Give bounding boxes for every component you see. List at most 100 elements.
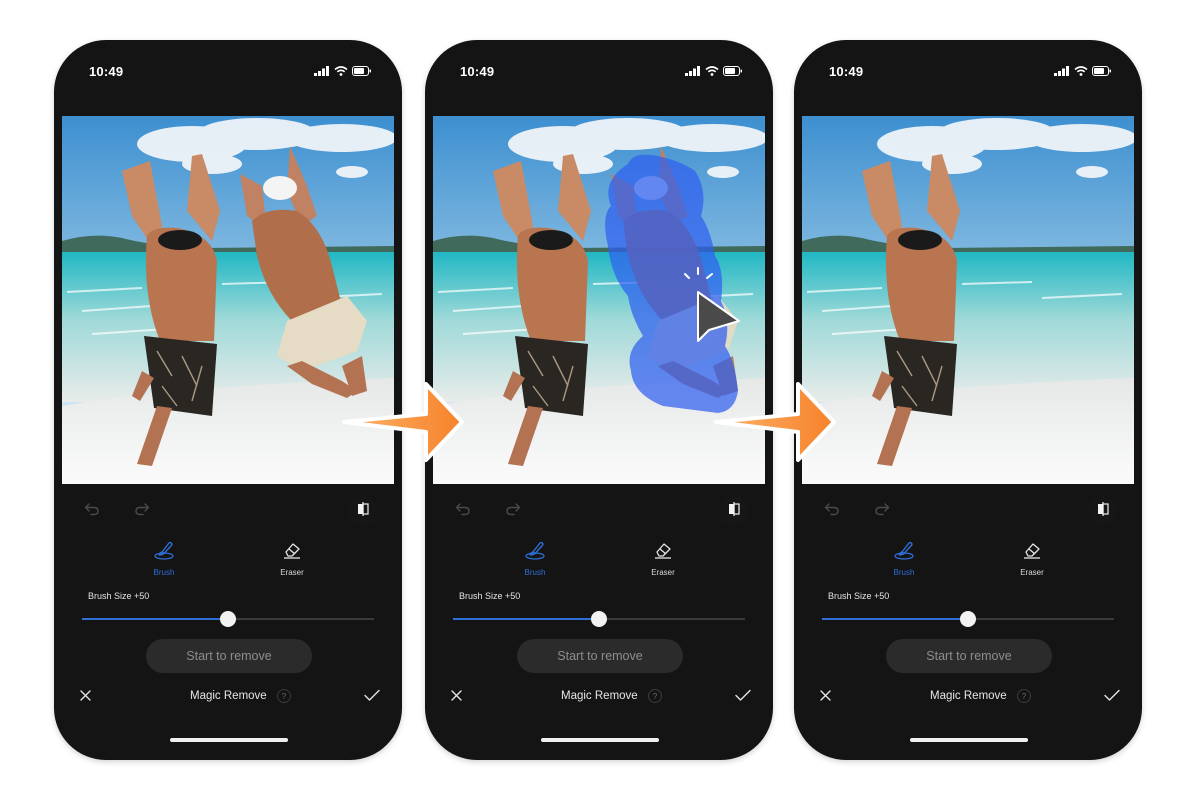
confirm-button[interactable] xyxy=(1102,688,1122,706)
slider-thumb[interactable] xyxy=(960,611,976,627)
status-time: 10:49 xyxy=(829,64,864,79)
confirm-button[interactable] xyxy=(362,688,382,706)
status-icons xyxy=(1054,66,1112,76)
eraser-icon xyxy=(652,540,674,565)
compare-icon xyxy=(727,501,741,522)
brush-tool-button[interactable]: Brush xyxy=(874,540,934,577)
home-indicator xyxy=(170,738,288,742)
start-to-remove-button[interactable]: Start to remove xyxy=(146,639,312,673)
wifi-icon xyxy=(1074,66,1088,76)
brush-icon xyxy=(524,540,546,565)
eraser-tool-label: Eraser xyxy=(280,568,304,577)
eraser-icon xyxy=(281,540,303,565)
photo-canvas[interactable] xyxy=(802,116,1134,484)
redo-button[interactable] xyxy=(501,499,525,523)
redo-button[interactable] xyxy=(130,499,154,523)
status-bar: 10:49 xyxy=(54,40,402,100)
confirm-button[interactable] xyxy=(733,688,753,706)
close-icon xyxy=(450,688,462,706)
status-bar: 10:49 xyxy=(794,40,1142,100)
bottom-bar: Magic Remove ? xyxy=(425,685,773,709)
help-button[interactable]: ? xyxy=(277,689,291,703)
eraser-tool-label: Eraser xyxy=(1020,568,1044,577)
brush-icon xyxy=(893,540,915,565)
screen-title: Magic Remove xyxy=(561,690,638,702)
brush-size-slider[interactable] xyxy=(82,611,374,627)
close-button[interactable] xyxy=(816,688,834,706)
start-to-remove-button[interactable]: Start to remove xyxy=(886,639,1052,673)
battery-icon xyxy=(1092,66,1112,76)
undo-icon xyxy=(84,502,100,521)
brush-size-label: Brush Size +50 xyxy=(88,591,150,601)
brush-size-slider[interactable] xyxy=(822,611,1114,627)
right-arrow-icon xyxy=(712,378,840,466)
eraser-tool-button[interactable]: Eraser xyxy=(262,540,322,577)
undo-button[interactable] xyxy=(451,499,475,523)
undo-button[interactable] xyxy=(820,499,844,523)
compare-icon xyxy=(1096,501,1110,522)
checkmark-icon xyxy=(1104,688,1120,706)
status-time: 10:49 xyxy=(89,64,124,79)
close-button[interactable] xyxy=(447,688,465,706)
cellular-signal-icon xyxy=(314,66,330,76)
compare-icon xyxy=(356,501,370,522)
home-indicator xyxy=(541,738,659,742)
redo-icon xyxy=(134,502,150,521)
close-icon xyxy=(819,688,831,706)
wifi-icon xyxy=(334,66,348,76)
brush-icon xyxy=(153,540,175,565)
eraser-icon xyxy=(1021,540,1043,565)
cellular-signal-icon xyxy=(685,66,701,76)
checkmark-icon xyxy=(735,688,751,706)
compare-button[interactable] xyxy=(1088,496,1118,526)
home-indicator xyxy=(910,738,1028,742)
help-button[interactable]: ? xyxy=(648,689,662,703)
eraser-tool-button[interactable]: Eraser xyxy=(1002,540,1062,577)
battery-icon xyxy=(723,66,743,76)
tool-selector: Brush Eraser xyxy=(794,540,1142,580)
right-arrow-icon xyxy=(340,378,468,466)
start-to-remove-button[interactable]: Start to remove xyxy=(517,639,683,673)
sea xyxy=(802,252,1134,402)
slider-fill xyxy=(82,618,228,620)
edit-toolbar xyxy=(794,495,1142,527)
compare-button[interactable] xyxy=(719,496,749,526)
undo-button[interactable] xyxy=(80,499,104,523)
screen-title: Magic Remove xyxy=(930,690,1007,702)
status-icons xyxy=(314,66,372,76)
status-icons xyxy=(685,66,743,76)
slider-fill xyxy=(822,618,968,620)
brush-size-slider[interactable] xyxy=(453,611,745,627)
redo-icon xyxy=(874,502,890,521)
brush-tool-label: Brush xyxy=(153,568,175,577)
checkmark-icon xyxy=(364,688,380,706)
compare-button[interactable] xyxy=(348,496,378,526)
bottom-bar: Magic Remove ? xyxy=(54,685,402,709)
undo-icon xyxy=(455,502,471,521)
slider-thumb[interactable] xyxy=(591,611,607,627)
battery-icon xyxy=(352,66,372,76)
close-button[interactable] xyxy=(76,688,94,706)
wifi-icon xyxy=(705,66,719,76)
brush-tool-label: Brush xyxy=(893,568,915,577)
eraser-tool-button[interactable]: Eraser xyxy=(633,540,693,577)
brush-size-label: Brush Size +50 xyxy=(828,591,890,601)
edit-toolbar xyxy=(425,495,773,527)
brush-tool-button[interactable]: Brush xyxy=(505,540,565,577)
redo-button[interactable] xyxy=(870,499,894,523)
bottom-bar: Magic Remove ? xyxy=(794,685,1142,709)
close-icon xyxy=(79,688,91,706)
slider-thumb[interactable] xyxy=(220,611,236,627)
undo-icon xyxy=(824,502,840,521)
brush-tool-button[interactable]: Brush xyxy=(134,540,194,577)
brush-tool-label: Brush xyxy=(524,568,546,577)
help-button[interactable]: ? xyxy=(1017,689,1031,703)
status-bar: 10:49 xyxy=(425,40,773,100)
phone-screen-after: 10:49 Brush Eraser Brush Size +50 Start … xyxy=(794,40,1142,760)
redo-icon xyxy=(505,502,521,521)
screen-title: Magic Remove xyxy=(190,690,267,702)
eraser-tool-label: Eraser xyxy=(651,568,675,577)
brush-size-label: Brush Size +50 xyxy=(459,591,521,601)
tool-selector: Brush Eraser xyxy=(54,540,402,580)
slider-fill xyxy=(453,618,599,620)
